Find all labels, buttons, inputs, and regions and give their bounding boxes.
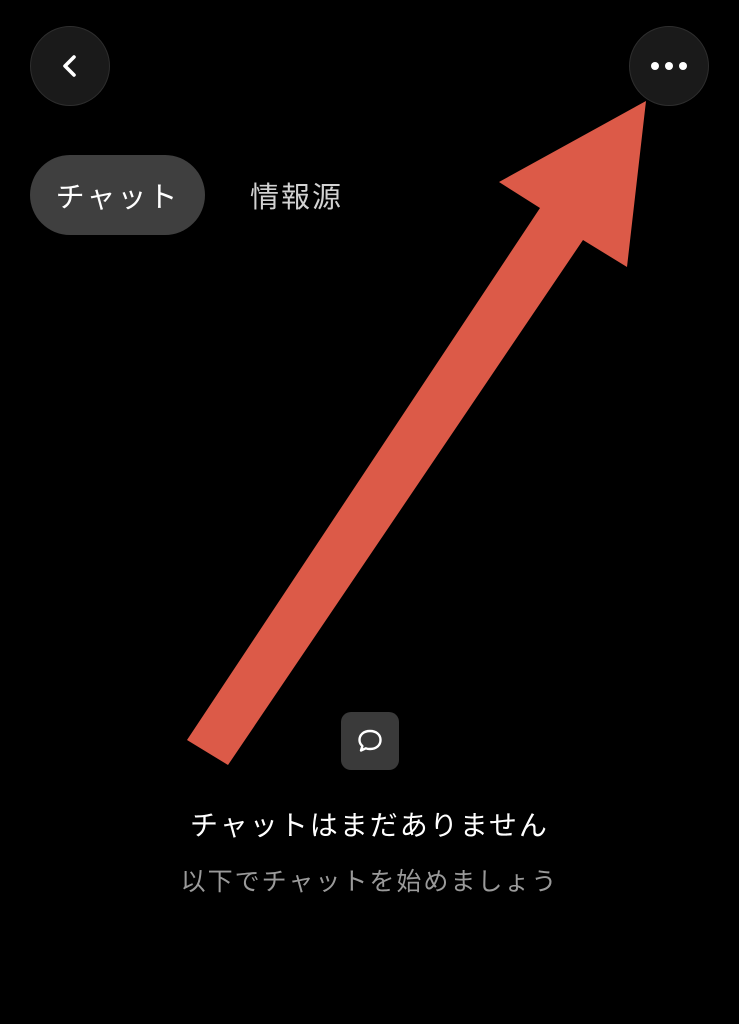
empty-state: チャットはまだありません 以下でチャットを始めましょう [0,712,739,898]
chat-bubble-icon [340,712,399,770]
tab-sources[interactable]: 情報源 [205,155,343,235]
back-button[interactable] [30,26,110,106]
empty-state-subtitle: 以下でチャットを始めましょう [180,867,559,896]
chat-screen: チャット 情報源 チャットはまだありません 以下でチャットを始めましょう [0,0,739,1024]
chevron-left-icon [56,52,84,80]
empty-state-title: チャットはまだありません [190,809,549,842]
tab-chat-label: チャット [55,180,180,214]
more-options-button[interactable] [629,26,709,106]
tab-sources-label: 情報源 [250,180,344,214]
tab-bar: チャット 情報源 [30,155,343,235]
more-horizontal-icon [649,61,689,71]
tab-chat[interactable]: チャット [30,155,205,235]
